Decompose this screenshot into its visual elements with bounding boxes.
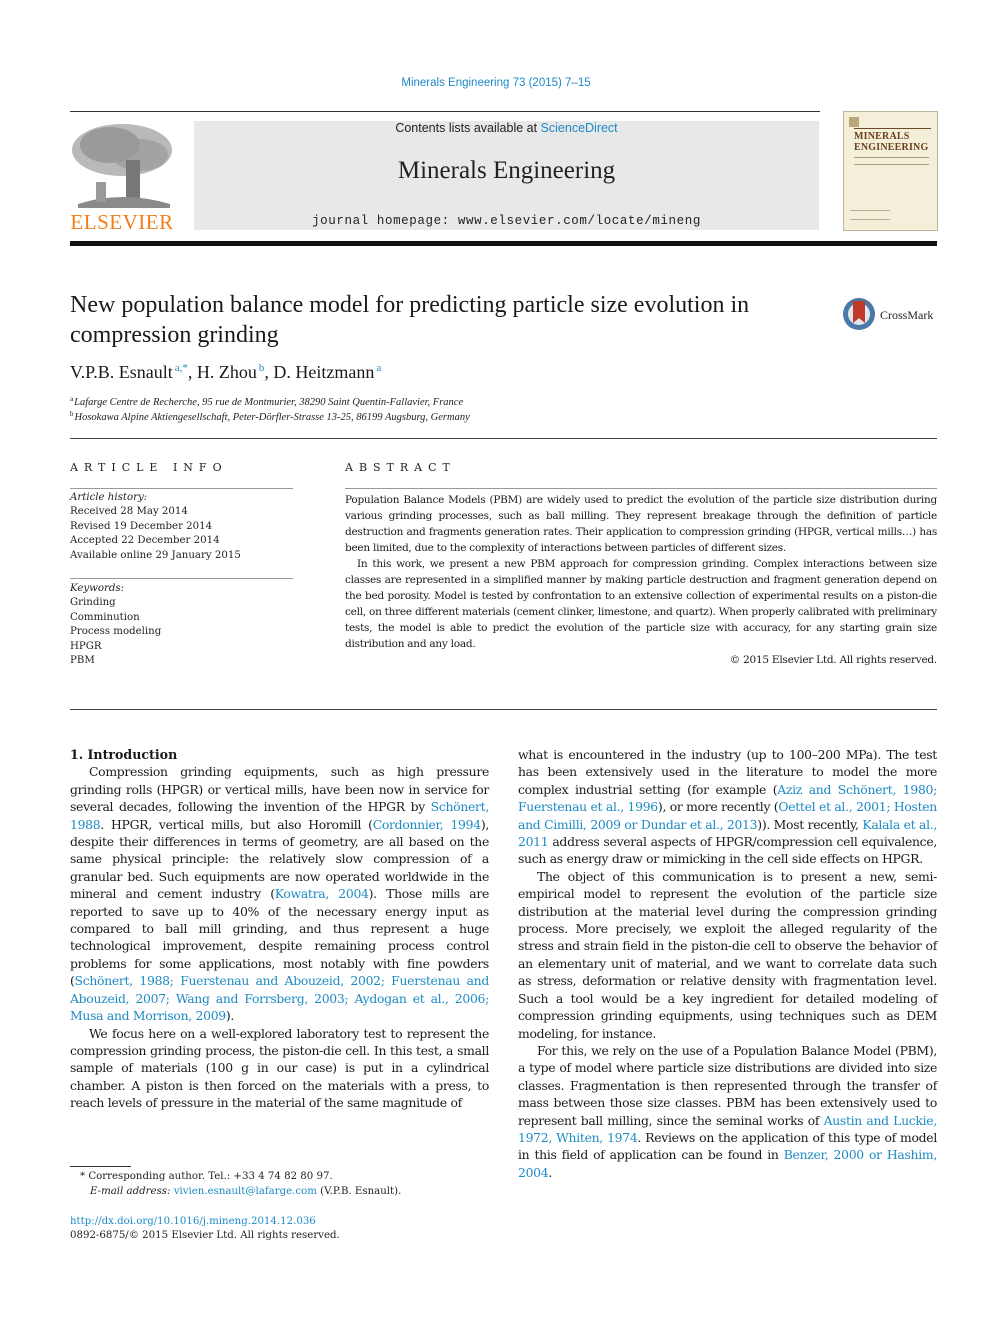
keyword: HPGR <box>70 640 102 652</box>
body-column-right: what is encountered in the industry (up … <box>518 746 937 1181</box>
body-paragraph: Compression grinding equipments, such as… <box>70 764 489 1024</box>
email-suffix: (V.P.B. Esnault). <box>316 1186 402 1197</box>
abstract-heading: ABSTRACT <box>345 461 456 474</box>
affiliation-key: b <box>70 410 74 418</box>
author-name[interactable]: V.P.B. Esnault <box>70 362 173 382</box>
cover-title: MINERALS ENGINEERING <box>854 131 928 153</box>
article-history: Article history: Received 28 May 2014 Re… <box>70 491 241 563</box>
contents-prefix: Contents lists available at <box>395 121 541 135</box>
body-paragraph: what is encountered in the industry (up … <box>518 747 938 867</box>
cover-rule <box>854 128 931 129</box>
email-link[interactable]: vivien.esnault@lafarge.com <box>174 1186 317 1197</box>
keyword: Grinding <box>70 597 116 609</box>
cover-title-line1: MINERALS <box>854 131 910 142</box>
author-name[interactable]: D. Heitzmann <box>273 362 374 382</box>
header-thick-rule <box>70 241 937 246</box>
abstract-copyright: © 2015 Elsevier Ltd. All rights reserved… <box>729 654 937 666</box>
doi-link[interactable]: http://dx.doi.org/10.1016/j.mineng.2014.… <box>70 1216 316 1227</box>
author-name[interactable]: H. Zhou <box>197 362 257 382</box>
divider <box>70 709 937 710</box>
history-item: Received 28 May 2014 <box>70 506 188 518</box>
abstract-paragraph: In this work, we present a new PBM appro… <box>345 558 937 650</box>
history-item: Available online 29 January 2015 <box>70 549 241 561</box>
affiliation-text: Hosokawa Alpine Aktiengesellschaft, Pete… <box>74 412 470 423</box>
divider <box>345 488 937 489</box>
issn-copyright: 0892-6875/© 2015 Elsevier Ltd. All right… <box>70 1230 340 1241</box>
divider <box>70 438 937 439</box>
affiliation: bHosokawa Alpine Aktiengesellschaft, Pet… <box>70 410 470 423</box>
footnote-rule <box>70 1166 131 1167</box>
author-list: V.P.B. Esnault a,*, H. Zhou b, D. Heitzman… <box>70 362 382 382</box>
history-label: Article history: <box>70 492 148 503</box>
affiliation: aLafarge Centre de Recherche, 95 rue de … <box>70 395 463 408</box>
divider <box>70 578 293 579</box>
divider <box>70 488 293 489</box>
article-title: New population balance model for predict… <box>70 292 750 348</box>
abstract-paragraph: Population Balance Models (PBM) are wide… <box>345 494 937 554</box>
body-column-left: 1. Introduction Compression grinding equ… <box>70 746 489 1112</box>
journal-banner: Contents lists available at ScienceDirec… <box>194 121 819 230</box>
cover-subtitle <box>854 157 929 165</box>
header-top-rule <box>70 111 820 112</box>
affiliation-key: a <box>70 395 74 403</box>
contents-line: Contents lists available at ScienceDirec… <box>194 121 819 135</box>
reference-link[interactable]: Schönert, 1988; Fuerstenau and Abouzeid,… <box>70 973 489 1023</box>
crossmark-button[interactable]: CrossMark <box>843 298 943 334</box>
affiliation-text: Lafarge Centre de Recherche, 95 rue de M… <box>74 397 464 408</box>
email-note: E-mail address: vivien.esnault@lafarge.c… <box>90 1186 401 1197</box>
keyword: Process modeling <box>70 626 162 638</box>
corresponding-author-note: * Corresponding author. Tel.: +33 4 74 8… <box>80 1171 333 1182</box>
article-info-heading: ARTICLE INFO <box>70 461 228 474</box>
reference-link[interactable]: Kowatra, 2004 <box>275 886 369 901</box>
keyword: PBM <box>70 655 95 667</box>
author-affiliation-marker[interactable]: b <box>259 362 265 374</box>
tree-icon <box>72 124 172 208</box>
section-heading: 1. Introduction <box>70 747 178 762</box>
body-paragraph: For this, we rely on the use of a Popula… <box>518 1042 937 1180</box>
history-item: Revised 19 December 2014 <box>70 520 213 532</box>
abstract: Population Balance Models (PBM) are wide… <box>345 492 937 668</box>
reference-link[interactable]: Cordonnier, 1994 <box>373 817 481 832</box>
journal-cover-thumbnail[interactable]: MINERALS ENGINEERING <box>843 111 938 231</box>
keyword: Comminution <box>70 611 140 623</box>
cover-title-line2: ENGINEERING <box>854 142 929 153</box>
author-affiliation-marker[interactable]: a,* <box>175 362 188 374</box>
sciencedirect-link[interactable]: ScienceDirect <box>541 121 618 135</box>
history-item: Accepted 22 December 2014 <box>70 535 220 547</box>
keywords: Keywords: Grinding Comminution Process m… <box>70 582 161 668</box>
elsevier-wordmark: ELSEVIER <box>70 210 174 234</box>
body-paragraph: We focus here on a well-explored laborat… <box>70 1025 489 1111</box>
cover-footer <box>850 210 890 220</box>
keywords-label: Keywords: <box>70 583 125 594</box>
email-label: E-mail address: <box>90 1186 174 1197</box>
body-paragraph: The object of this communication is to p… <box>518 868 937 1041</box>
journal-name: Minerals Engineering <box>397 157 616 184</box>
journal-homepage[interactable]: journal homepage: www.elsevier.com/locat… <box>194 214 819 228</box>
cover-logo-icon <box>849 117 859 127</box>
journal-citation-link[interactable]: Minerals Engineering 73 (2015) 7–15 <box>0 77 992 89</box>
author-affiliation-marker[interactable]: a <box>376 362 381 374</box>
crossmark-label: CrossMark <box>880 308 934 322</box>
